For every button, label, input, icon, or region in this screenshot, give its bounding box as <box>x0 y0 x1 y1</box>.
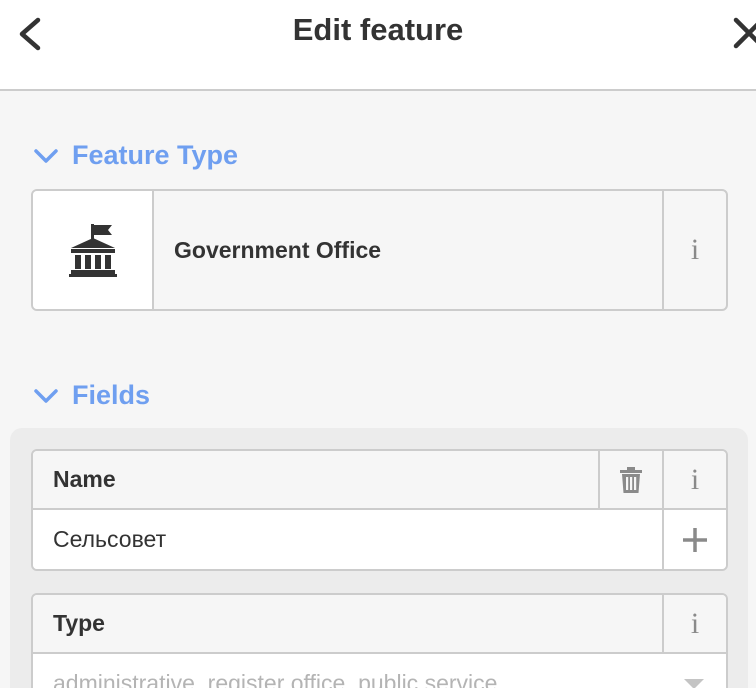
type-field: Type i administrative, register office, … <box>31 593 728 688</box>
trash-icon[interactable] <box>598 451 662 508</box>
preset-name: Government Office <box>174 236 382 263</box>
chevron-down-icon <box>34 148 58 163</box>
name-field-header: Name i <box>33 451 726 510</box>
name-input-row: Сельсовет <box>33 510 726 569</box>
name-info-button[interactable]: i <box>662 451 726 508</box>
plus-icon[interactable] <box>662 510 726 569</box>
fields-section-toggle[interactable]: Fields <box>32 380 150 411</box>
chevron-down-icon <box>34 388 58 403</box>
name-input[interactable]: Сельсовет <box>33 510 662 569</box>
name-field: Name i Сельсовет <box>31 449 728 571</box>
feature-type-section-label: Feature Type <box>72 140 239 170</box>
preset-selector[interactable]: Government Office i <box>31 189 728 311</box>
caret-down-icon[interactable] <box>662 654 726 688</box>
type-info-button[interactable]: i <box>662 595 726 652</box>
type-combo-input[interactable]: administrative, register office, public … <box>33 654 662 688</box>
feature-type-section-toggle[interactable]: Feature Type <box>32 140 238 171</box>
type-field-label: Type <box>53 610 105 636</box>
type-field-header: Type i <box>33 595 726 654</box>
type-input-row: administrative, register office, public … <box>33 654 726 688</box>
page-title: Edit feature <box>292 12 464 47</box>
fields-section-label: Fields <box>72 380 151 410</box>
close-icon[interactable] <box>728 14 756 54</box>
government-building-icon <box>33 191 154 309</box>
top-bar: Edit feature <box>0 0 756 91</box>
name-field-label: Name <box>53 466 116 492</box>
preset-info-button[interactable]: i <box>662 191 726 309</box>
